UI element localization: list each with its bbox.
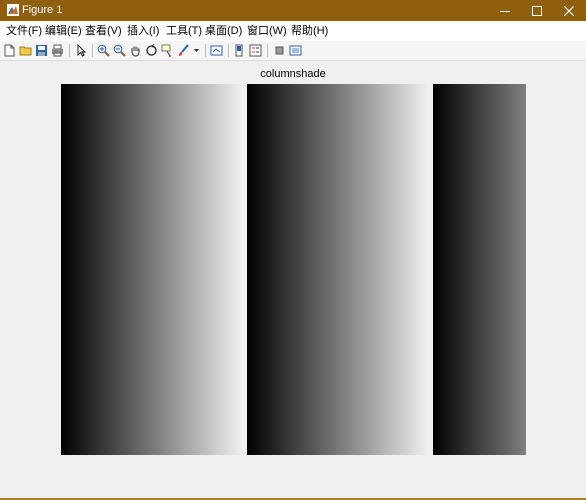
show-plot-tools-button[interactable] [288,43,303,58]
toolbar-separator [228,44,229,57]
new-figure-button[interactable] [2,43,17,58]
menu-desktop[interactable]: 桌面(D) [205,24,242,38]
zoom-out-button[interactable] [112,43,127,58]
data-cursor-button[interactable] [160,43,175,58]
figure-toolbar [0,41,586,61]
open-file-icon [19,46,32,56]
menu-view[interactable]: 查看(V) [85,24,122,38]
new-figure-icon [4,44,15,57]
title-bar: Figure 1 [0,0,586,21]
data-cursor-icon [161,44,171,57]
insert-legend-button[interactable] [248,43,263,58]
hide-plot-tools-button[interactable] [272,43,287,58]
brush-button[interactable] [176,43,191,58]
maximize-icon [532,5,542,16]
shade-column-2 [247,84,429,455]
brush-dropdown-icon [194,49,199,52]
toolbar-separator [92,44,93,57]
toolbar-separator [205,44,206,57]
select-arrow-icon [77,44,87,57]
minimize-icon [500,10,510,12]
close-icon [564,5,574,16]
link-plot-button[interactable] [209,43,224,58]
rotate-3d-icon [146,44,157,56]
rotate-3d-button[interactable] [144,43,159,58]
menu-insert[interactable]: 插入(I) [127,24,159,38]
menu-tools[interactable]: 工具(T) [166,24,202,38]
menu-edit[interactable]: 编辑(E) [45,24,82,38]
link-plot-icon [210,45,223,56]
zoom-in-button[interactable] [96,43,111,58]
insert-colorbar-icon [235,44,243,57]
zoom-out-icon [113,44,126,57]
menu-bar: 文件(F) 编辑(E) 查看(V) 插入(I) 工具(T) 桌面(D) 窗口(W… [0,21,586,41]
zoom-in-icon [97,44,110,57]
pan-button[interactable] [128,43,143,58]
menu-window[interactable]: 窗口(W) [247,24,287,38]
close-button[interactable] [552,0,586,21]
print-icon [52,44,63,57]
maximize-button[interactable] [520,0,554,21]
save-icon [36,45,47,56]
hide-plot-tools-icon [275,46,284,55]
matlab-logo-icon [7,4,19,16]
save-button[interactable] [34,43,49,58]
toolbar-separator [69,44,70,57]
brush-icon [179,44,189,56]
shade-column-3 [433,84,526,455]
select-arrow-button[interactable] [74,43,89,58]
pan-hand-icon [131,46,140,57]
print-button[interactable] [50,43,65,58]
menu-help[interactable]: 帮助(H) [291,24,328,38]
menu-file[interactable]: 文件(F) [6,24,42,38]
show-plot-tools-icon [289,45,302,56]
insert-legend-icon [249,44,262,57]
figure-window: Figure 1 文件(F) 编辑(E) 查看(V) 插入(I) 工具(T) 桌… [0,0,586,500]
minimize-button[interactable] [488,0,522,21]
window-title: Figure 1 [22,4,63,16]
brush-dropdown-button[interactable] [192,43,201,58]
shade-column-1 [61,84,243,455]
figure-title: columnshade [260,68,326,80]
open-file-button[interactable] [18,43,33,58]
toolbar-separator [267,44,268,57]
insert-colorbar-button[interactable] [232,43,247,58]
